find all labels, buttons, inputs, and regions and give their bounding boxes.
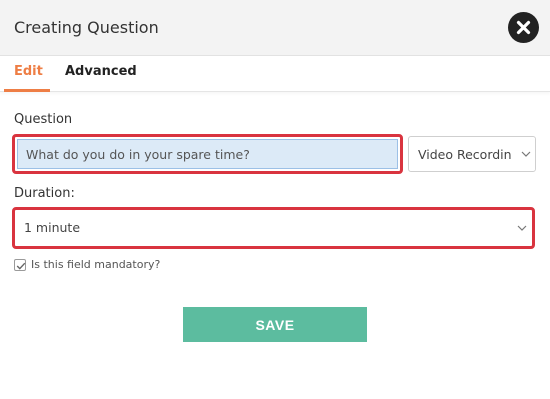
question-type-select[interactable]: Video Recording bbox=[408, 136, 536, 172]
question-label: Question bbox=[14, 112, 73, 127]
chevron-down-icon bbox=[521, 151, 531, 157]
tab-bar: Edit Advanced bbox=[0, 56, 550, 92]
close-icon bbox=[516, 20, 531, 35]
tab-edit[interactable]: Edit bbox=[14, 64, 43, 79]
close-button[interactable] bbox=[508, 12, 539, 43]
duration-select[interactable]: 1 minute bbox=[15, 210, 532, 246]
duration-value: 1 minute bbox=[24, 220, 81, 235]
dialog-header: Creating Question bbox=[0, 0, 550, 56]
active-tab-indicator bbox=[4, 89, 50, 92]
save-button[interactable]: SAVE bbox=[183, 307, 367, 342]
mandatory-label: Is this field mandatory? bbox=[31, 258, 161, 271]
tab-advanced[interactable]: Advanced bbox=[65, 64, 137, 79]
check-icon bbox=[16, 262, 26, 270]
duration-label: Duration: bbox=[14, 186, 75, 201]
dialog-title: Creating Question bbox=[14, 18, 159, 37]
question-type-value: Video Recording bbox=[418, 147, 520, 162]
question-input[interactable] bbox=[17, 139, 398, 169]
mandatory-checkbox[interactable] bbox=[14, 259, 26, 271]
chevron-down-icon bbox=[517, 225, 527, 231]
duration-field-highlight: 1 minute bbox=[12, 207, 535, 249]
question-field-highlight bbox=[12, 134, 403, 174]
